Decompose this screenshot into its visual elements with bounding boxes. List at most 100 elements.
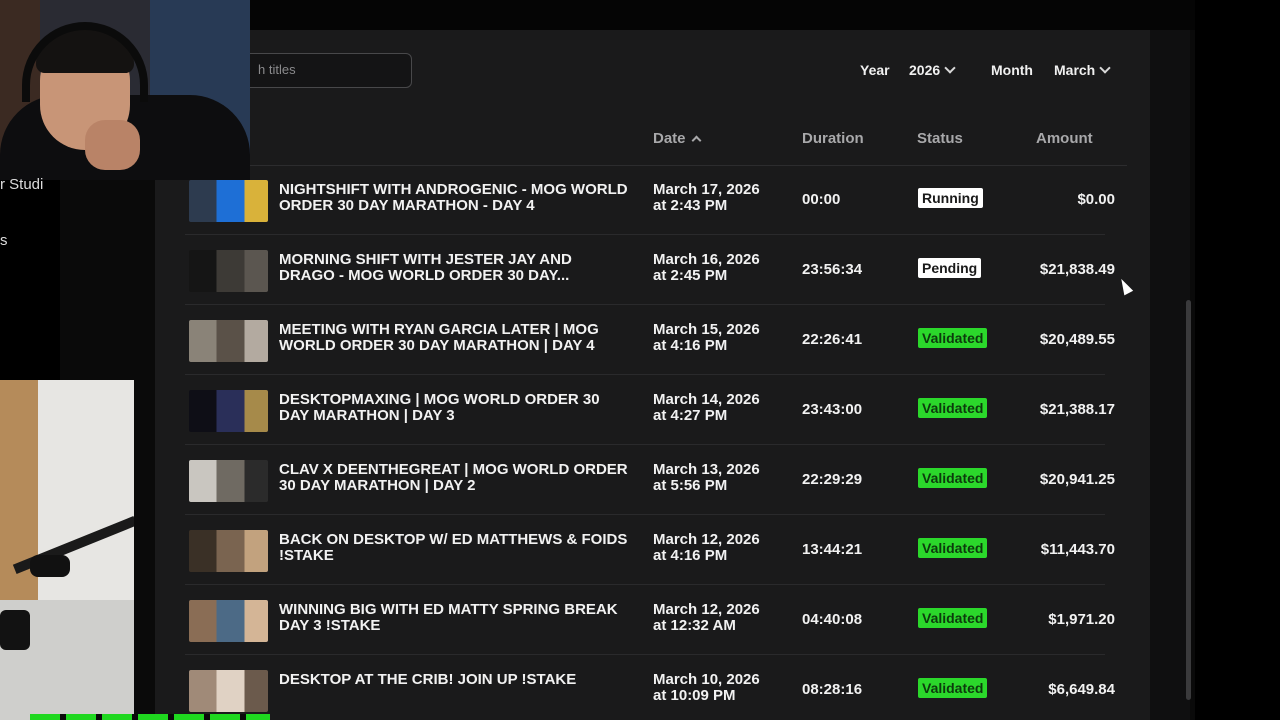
stream-date-day: March 16, 2026 — [653, 251, 760, 268]
stream-date-time: at 5:56 PM — [653, 477, 728, 494]
scrollbar-thumb[interactable] — [1186, 300, 1191, 700]
month-label: Month — [991, 62, 1033, 78]
status-badge: Running — [918, 188, 983, 208]
stream-date-day: March 12, 2026 — [653, 531, 760, 548]
stream-date-day: March 15, 2026 — [653, 321, 760, 338]
stream-duration: 00:00 — [802, 191, 841, 208]
table-row[interactable]: DESKTOP AT THE CRIB! JOIN UP !stake March… — [185, 655, 1127, 720]
year-label: Year — [860, 62, 890, 78]
microphone-icon — [30, 555, 70, 577]
table-row[interactable]: MORNING SHIFT WITH JESTER JAY AND DRAGO … — [185, 235, 1127, 305]
headset-icon — [22, 22, 148, 102]
month-value: March — [1054, 62, 1096, 78]
column-header-date[interactable]: Date — [653, 130, 701, 147]
webcam-person-hand — [85, 120, 140, 170]
stream-duration: 23:56:34 — [802, 261, 863, 278]
video-thumbnail[interactable] — [189, 670, 268, 712]
stream-date-time: at 12:32 AM — [653, 617, 736, 634]
sidebar-fragment-text-1: r Studi — [0, 176, 44, 193]
stream-duration: 13:44:21 — [802, 541, 863, 558]
stream-duration: 22:29:29 — [802, 471, 863, 488]
stream-title[interactable]: MORNING SHIFT WITH JESTER JAY AND DRAGO … — [279, 252, 629, 284]
video-thumbnail[interactable] — [189, 600, 268, 642]
column-header-date-label: Date — [653, 130, 686, 147]
column-header-amount: Amount — [1036, 130, 1093, 147]
stream-date-time: at 4:27 PM — [653, 407, 728, 424]
search-placeholder: h titles — [258, 62, 296, 77]
stream-amount: $20,941.25 — [1039, 471, 1115, 488]
video-thumbnail[interactable] — [189, 390, 268, 432]
stream-date-day: March 14, 2026 — [653, 391, 760, 408]
stream-date-time: at 4:16 PM — [653, 337, 728, 354]
stream-date: March 14, 2026 at 4:27 PM — [653, 392, 760, 424]
stream-date: March 13, 2026 at 5:56 PM — [653, 462, 760, 494]
status-badge: Validated — [918, 398, 988, 418]
status-badge: Validated — [918, 468, 988, 488]
stream-date-day: March 10, 2026 — [653, 671, 760, 688]
stream-duration: 04:40:08 — [802, 611, 863, 628]
stream-title[interactable]: DESKTOP AT THE CRIB! JOIN UP !stake — [279, 672, 629, 688]
table-row[interactable]: DESKTOPMAXING | MOG WORLD ORDER 30 DAY M… — [185, 375, 1127, 445]
stream-date-day: March 12, 2026 — [653, 601, 760, 618]
webcam-overlay-room — [0, 380, 134, 720]
stream-date: March 16, 2026 at 2:45 PM — [653, 252, 760, 284]
year-select[interactable]: 2026 — [909, 62, 956, 78]
video-thumbnail[interactable] — [189, 460, 268, 502]
stream-date: March 15, 2026 at 4:16 PM — [653, 322, 760, 354]
stream-amount: $20,489.55 — [1039, 331, 1115, 348]
stream-title[interactable]: BACK ON DESKTOP W/ ED MATTHEWS & FOIDS !… — [279, 532, 629, 564]
status-badge: Validated — [918, 538, 988, 558]
stream-date: March 12, 2026 at 4:16 PM — [653, 532, 760, 564]
table-row[interactable]: BACK ON DESKTOP W/ ED MATTHEWS & FOIDS !… — [185, 515, 1127, 585]
year-value: 2026 — [909, 62, 941, 78]
status-badge: Validated — [918, 678, 988, 698]
stream-date-time: at 4:16 PM — [653, 547, 728, 564]
stream-amount: $21,838.49 — [1039, 261, 1115, 278]
webcam-overlay-streamer — [0, 0, 250, 180]
stream-title[interactable]: DESKTOPMAXING | MOG WORLD ORDER 30 DAY M… — [279, 392, 629, 424]
stream-title[interactable]: MEETING WITH RYAN GARCIA LATER | MOG WOR… — [279, 322, 629, 354]
scroll-gutter — [1150, 30, 1190, 720]
stream-date-day: March 17, 2026 — [653, 181, 760, 198]
stream-amount: $1,971.20 — [1048, 611, 1115, 628]
sort-ascending-icon — [691, 135, 701, 146]
stream-title[interactable]: CLAV X DEENTHEGREAT | MOG WORLD ORDER 30… — [279, 462, 629, 494]
video-thumbnail[interactable] — [189, 250, 268, 292]
stream-date-day: March 13, 2026 — [653, 461, 760, 478]
stream-duration: 08:28:16 — [802, 681, 863, 698]
stream-date-time: at 2:43 PM — [653, 197, 728, 214]
table-row[interactable]: MEETING WITH RYAN GARCIA LATER | MOG WOR… — [185, 305, 1127, 375]
video-thumbnail[interactable] — [189, 180, 268, 222]
stream-title[interactable]: NIGHTSHIFT WITH ANDROGENIC - MOG WORLD O… — [279, 182, 629, 214]
stream-duration: 23:43:00 — [802, 401, 863, 418]
status-badge: Pending — [918, 258, 982, 278]
month-select[interactable]: March — [1054, 62, 1111, 78]
sidebar-fragment — [0, 180, 60, 380]
stream-duration: 22:26:41 — [802, 331, 863, 348]
sidebar-fragment-text-2: s — [0, 232, 8, 249]
video-thumbnail[interactable] — [189, 530, 268, 572]
stream-date-time: at 10:09 PM — [653, 687, 736, 704]
stream-amount: $21,388.17 — [1039, 401, 1115, 418]
table-row[interactable]: NIGHTSHIFT WITH ANDROGENIC - MOG WORLD O… — [185, 165, 1127, 235]
stream-date: March 17, 2026 at 2:43 PM — [653, 182, 760, 214]
stream-amount: $6,649.84 — [1048, 681, 1115, 698]
stream-date-time: at 2:45 PM — [653, 267, 728, 284]
table-row[interactable]: WINNING BIG WITH ED MATTY SPRING BREAK D… — [185, 585, 1127, 655]
chevron-down-icon — [1099, 62, 1111, 74]
video-thumbnail[interactable] — [189, 320, 268, 362]
column-header-status: Status — [917, 130, 963, 147]
table-row[interactable]: CLAV X DEENTHEGREAT | MOG WORLD ORDER 30… — [185, 445, 1127, 515]
column-header-duration: Duration — [802, 130, 864, 147]
status-badge: Validated — [918, 328, 988, 348]
stream-title[interactable]: WINNING BIG WITH ED MATTY SPRING BREAK D… — [279, 602, 629, 634]
screen-edge — [1195, 0, 1280, 720]
chevron-down-icon — [944, 62, 956, 74]
status-badge: Validated — [918, 608, 988, 628]
stream-date: March 10, 2026 at 10:09 PM — [653, 672, 760, 704]
search-input[interactable] — [225, 53, 412, 88]
audio-meter — [30, 714, 270, 720]
stream-date: March 12, 2026 at 12:32 AM — [653, 602, 760, 634]
mic-stand-icon — [0, 610, 30, 650]
stream-amount: $11,443.70 — [1040, 541, 1115, 558]
